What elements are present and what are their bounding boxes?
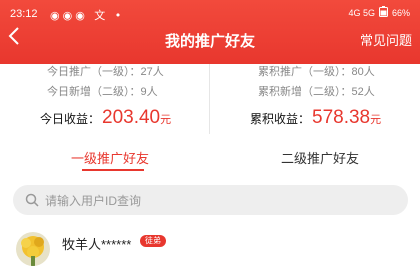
faq-link[interactable]: 常见问题 <box>360 30 412 49</box>
tab-level1-friends[interactable]: 一级推广好友 <box>71 148 149 167</box>
total-earnings: 累积收益： 578.38元 <box>250 107 381 129</box>
total-earnings-value: 578.38 <box>312 107 371 128</box>
status-app-icons: ◉◉◉ 文 • <box>50 9 125 22</box>
total-level1-count: 累积推广（一级）：80人 <box>258 66 375 78</box>
total-earnings-label: 累积收益： <box>250 112 311 126</box>
today-earnings-label: 今日收益： <box>40 112 101 126</box>
today-level1-count: 今日推广（一级）：27人 <box>47 66 164 78</box>
tab-bar: 一级推广好友 二级推广好友 <box>0 138 420 174</box>
tab-level2-friends[interactable]: 二级推广好友 <box>281 148 359 167</box>
stats-panel: 今日推广（一级）：27人 今日新增（二级）：9人 今日收益： 203.40元 累积… <box>0 64 420 134</box>
today-earnings: 今日收益： 203.40元 <box>40 107 171 129</box>
today-earnings-unit: 元 <box>160 114 172 126</box>
status-right: 4G 5G 66% <box>348 6 410 19</box>
friend-list-item[interactable]: 牧羊人****** 徒弟 <box>0 228 420 266</box>
page-title: 我的推广好友 <box>164 33 255 50</box>
active-tab-indicator <box>82 169 144 171</box>
avatar <box>16 232 50 266</box>
today-earnings-value: 203.40 <box>102 107 161 128</box>
total-stats: 累积推广（一级）：80人 累积新增（二级）：52人 累积收益： 578.38元 <box>210 64 420 134</box>
network-indicator: 4G 5G <box>348 7 375 18</box>
total-level2-count: 累积新增（二级）：52人 <box>258 86 375 98</box>
header-bar: 23:12 ◉◉◉ 文 • 4G 5G 66% 我的推广好友 常见问题 <box>0 0 420 64</box>
today-level2-count: 今日新增（二级）：9人 <box>47 86 158 98</box>
friend-name: 牧羊人****** <box>62 237 132 252</box>
search-bar[interactable] <box>13 185 408 217</box>
search-icon <box>25 193 39 207</box>
today-stats: 今日推广（一级）：27人 今日新增（二级）：9人 今日收益： 203.40元 <box>0 64 210 134</box>
total-earnings-unit: 元 <box>370 114 382 126</box>
battery-level: 66% <box>391 7 410 18</box>
friend-badge: 徒弟 <box>140 235 166 247</box>
status-time: 23:12 <box>10 8 38 20</box>
search-input[interactable] <box>43 185 397 217</box>
battery-icon <box>378 6 388 19</box>
